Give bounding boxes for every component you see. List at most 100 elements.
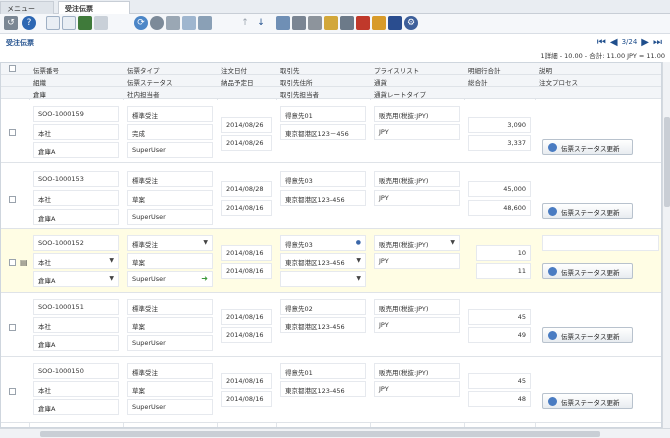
price-list-cell[interactable]: 販売用(税抜:JPY) (374, 106, 460, 122)
doc-no-cell[interactable]: SOO-1000151 (33, 299, 119, 315)
update-status-button[interactable]: 伝票ステータス更新 (542, 139, 633, 155)
table-row[interactable]: SOO-1000153 標準受注 得意先03 販売用(税抜:JPY) 本社 草案… (1, 163, 661, 229)
address-cell[interactable]: 東京都港区123－456 (280, 124, 366, 140)
table-row[interactable]: SOO-1000150 標準受注 得意先01 販売用(税抜:JPY) 本社 草案… (1, 357, 661, 423)
zoom-icon[interactable] (340, 16, 354, 30)
promised-date-cell[interactable]: 2014/08/16 (221, 200, 272, 216)
warehouse-cell[interactable]: 倉庫A (33, 209, 119, 225)
attachment-icon[interactable] (166, 16, 180, 30)
sales-rep-input[interactable]: SuperUser ➜ (127, 271, 213, 287)
table-row-selected[interactable]: ▤ SOO-1000152 標準受注 ▼ 得意先03 ● 販売用(税抜:JPY) ▼ … (1, 229, 661, 293)
vertical-scroll-thumb[interactable] (664, 117, 670, 207)
partner-cell[interactable]: 得意先03 (280, 171, 366, 187)
archive-icon[interactable] (292, 16, 306, 30)
chevron-down-icon[interactable]: ▼ (450, 239, 455, 246)
org-cell[interactable]: 本社 (33, 317, 119, 333)
last-page-icon[interactable]: ⏭ (653, 37, 662, 48)
doc-type-cell[interactable]: 標準受注 (127, 299, 213, 315)
doc-type-cell[interactable]: 標準受注 (127, 106, 213, 122)
sales-rep-cell[interactable]: SuperUser (127, 209, 213, 225)
org-cell[interactable]: 本社 (33, 381, 119, 397)
sales-rep-cell[interactable]: SuperUser (127, 399, 213, 415)
down-icon[interactable]: ↓ (254, 16, 268, 30)
up-icon[interactable]: ↑ (238, 16, 252, 30)
row-checkbox[interactable] (9, 129, 16, 136)
org-cell[interactable]: 本社 (33, 190, 119, 206)
select-all-checkbox[interactable] (9, 65, 16, 72)
partner-cell[interactable]: 得意先01 (280, 363, 366, 379)
order-date-cell[interactable]: 2014/08/28 (221, 181, 272, 197)
undo-icon[interactable]: ↺ (4, 16, 18, 30)
price-list-cell[interactable]: 販売用(税抜:JPY) (374, 299, 460, 315)
request-icon[interactable] (388, 16, 402, 30)
doc-type-cell[interactable]: 標準受注 (127, 171, 213, 187)
org-cell[interactable]: 本社 (33, 124, 119, 140)
partner-cell[interactable]: 得意先01 (280, 106, 366, 122)
doc-no-cell[interactable]: SOO-1000150 (33, 363, 119, 379)
currency-cell[interactable]: JPY (374, 317, 460, 333)
warehouse-cell[interactable]: 倉庫A (33, 399, 119, 415)
find-icon[interactable] (150, 16, 164, 30)
row-checkbox[interactable] (9, 196, 16, 203)
warehouse-cell[interactable]: 倉庫A (33, 142, 119, 158)
promised-date-cell[interactable]: 2014/08/26 (221, 135, 272, 151)
chat-icon[interactable] (182, 16, 196, 30)
update-status-button[interactable]: 伝票ステータス更新 (542, 203, 633, 219)
promised-date-cell[interactable]: 2014/08/16 (221, 391, 272, 407)
save-icon[interactable] (94, 16, 108, 30)
update-status-button[interactable]: 伝票ステータス更新 (542, 327, 633, 343)
currency-cell[interactable]: JPY (374, 124, 460, 140)
user-search-icon[interactable]: ● (356, 239, 361, 246)
price-list-cell[interactable]: 販売用(税抜:JPY) (374, 171, 460, 187)
print-icon[interactable] (308, 16, 322, 30)
sales-rep-cell[interactable]: SuperUser (127, 335, 213, 351)
order-date-input[interactable]: 2014/08/16 (221, 245, 272, 261)
report-icon[interactable] (276, 16, 290, 30)
doc-type-cell[interactable]: 標準受注 (127, 363, 213, 379)
partner-search-input[interactable]: 得意先03 ● (280, 235, 366, 251)
chevron-down-icon[interactable]: ▼ (109, 257, 114, 264)
description-input[interactable] (542, 235, 659, 251)
price-list-cell[interactable]: 販売用(税抜:JPY) (374, 363, 460, 379)
address-select[interactable]: 東京都港区123-456 ▼ (280, 253, 366, 269)
first-page-icon[interactable]: ⏮ (597, 37, 606, 48)
chevron-down-icon[interactable]: ▼ (356, 275, 361, 282)
row-checkbox[interactable] (9, 324, 16, 331)
delete-icon[interactable] (78, 16, 92, 30)
sales-rep-cell[interactable]: SuperUser (127, 142, 213, 158)
address-cell[interactable]: 東京都港区123-456 (280, 381, 366, 397)
next-page-icon[interactable]: ▶ (641, 37, 649, 48)
chevron-down-icon[interactable]: ▼ (356, 257, 361, 264)
refresh-icon[interactable]: ⟳ (134, 16, 148, 30)
doc-no-cell[interactable]: SOO-1000159 (33, 106, 119, 122)
address-cell[interactable]: 東京都港区123-456 (280, 190, 366, 206)
org-select[interactable]: 本社 ▼ (33, 253, 119, 269)
warehouse-select[interactable]: 倉庫A ▼ (33, 271, 119, 287)
table-row[interactable]: SOO-1000159 標準受注 得意先01 販売用(税抜:JPY) 本社 完成… (1, 100, 661, 163)
user-lookup-icon[interactable]: ➜ (201, 274, 208, 283)
update-status-button[interactable]: 伝票ステータス更新 (542, 263, 633, 279)
table-row[interactable]: SOO-1000151 標準受注 得意先02 販売用(税抜:JPY) 本社 草案… (1, 293, 661, 357)
chevron-down-icon[interactable]: ▼ (203, 239, 208, 246)
prev-page-icon[interactable]: ◀ (610, 37, 618, 48)
price-list-select[interactable]: 販売用(税抜:JPY) ▼ (374, 235, 460, 251)
workflow-icon[interactable] (356, 16, 370, 30)
horizontal-scrollbar[interactable] (0, 428, 670, 438)
history-icon[interactable] (198, 16, 212, 30)
help-icon[interactable]: ? (22, 16, 36, 30)
new-icon[interactable] (46, 16, 60, 30)
product-icon[interactable] (372, 16, 386, 30)
copy-icon[interactable] (62, 16, 76, 30)
warehouse-cell[interactable]: 倉庫A (33, 335, 119, 351)
update-status-button[interactable]: 伝票ステータス更新 (542, 393, 633, 409)
settings-icon[interactable]: ⚙ (404, 16, 418, 30)
tab-sales-order-form[interactable]: 受注伝票[Form]× (58, 1, 130, 22)
order-date-cell[interactable]: 2014/08/26 (221, 117, 272, 133)
currency-cell[interactable]: JPY (374, 381, 460, 397)
doc-no-input[interactable]: SOO-1000152 (33, 235, 119, 251)
lock-icon[interactable] (324, 16, 338, 30)
vertical-scrollbar[interactable] (662, 62, 670, 428)
row-checkbox[interactable] (9, 259, 16, 266)
order-date-cell[interactable]: 2014/08/16 (221, 309, 272, 325)
promised-date-cell[interactable]: 2014/08/16 (221, 327, 272, 343)
